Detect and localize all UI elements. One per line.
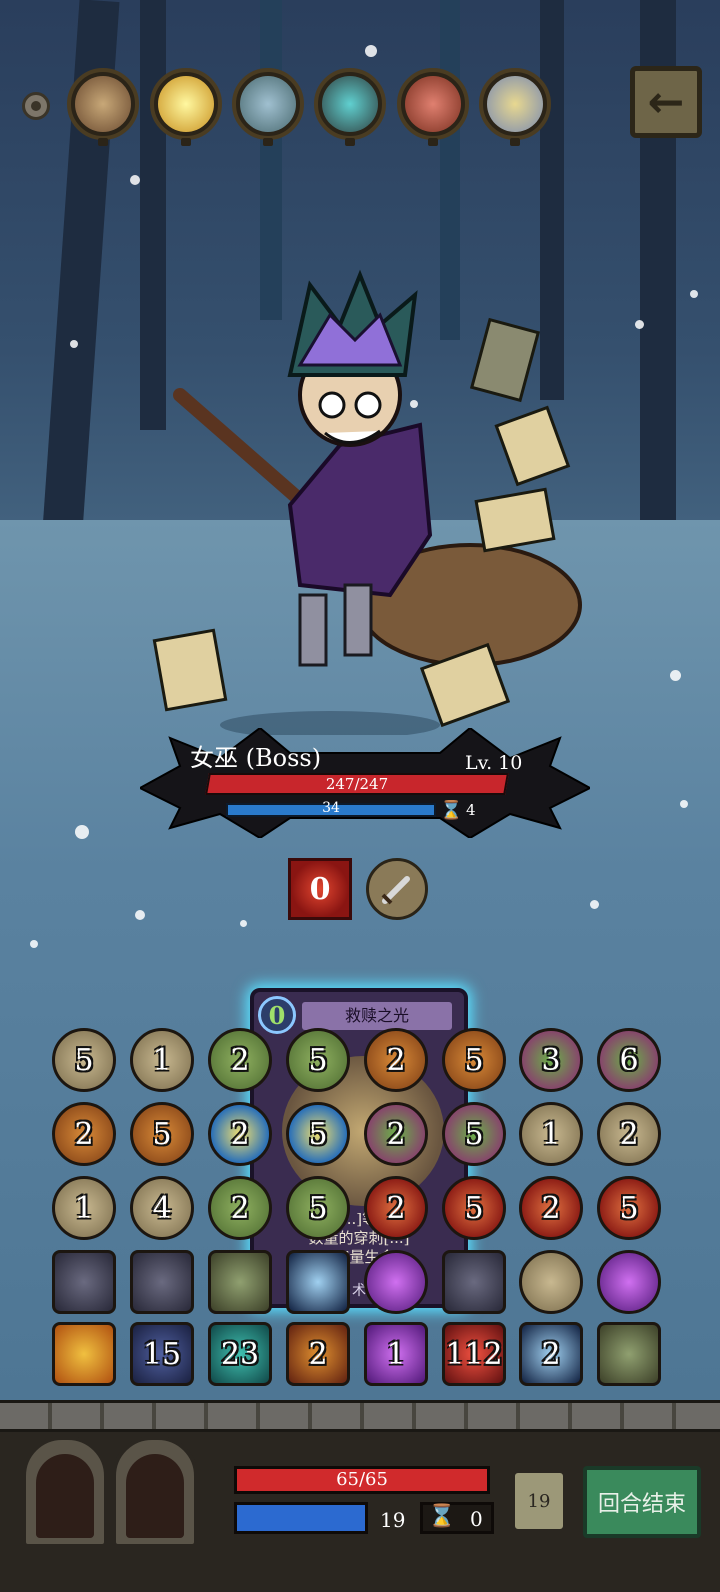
player-shield-value: 19	[380, 1508, 406, 1532]
grid-token[interactable]: 1	[52, 1176, 116, 1240]
grid-token[interactable]: 5	[286, 1028, 350, 1092]
grid-token[interactable]: 5	[442, 1176, 506, 1240]
deck-pile[interactable]: 19	[512, 1470, 566, 1532]
relic-brawler[interactable]	[397, 68, 469, 146]
boss-shield-text: 34	[322, 800, 340, 816]
grid-token[interactable]: 5	[286, 1102, 350, 1166]
grid-token[interactable]: 2	[52, 1102, 116, 1166]
card-cost: 0	[258, 996, 296, 1034]
monk-relic-icon	[75, 76, 131, 132]
boss-intent-damage[interactable]: 0	[288, 858, 352, 920]
end-turn-button[interactable]: 回合结束	[583, 1466, 701, 1538]
grid-token[interactable]: 5	[597, 1176, 661, 1240]
grid-token[interactable]: 5	[52, 1028, 116, 1092]
grid-token[interactable]: 5	[442, 1028, 506, 1092]
grid-token[interactable]: 2	[364, 1176, 428, 1240]
orb-relic-icon	[322, 76, 378, 132]
frost-skill-icon[interactable]: 2	[519, 1322, 583, 1386]
relic-holy-cross[interactable]	[479, 68, 551, 146]
grid-token[interactable]: 2	[519, 1176, 583, 1240]
player-hp-text: 65/65	[336, 1469, 388, 1490]
hand-cross-icon	[36, 1454, 94, 1538]
mirror-item-icon[interactable]	[519, 1250, 583, 1314]
scholar-skill-icon[interactable]	[597, 1322, 661, 1386]
relic-light[interactable]	[150, 68, 222, 146]
slash-skill-icon[interactable]: 112	[442, 1322, 506, 1386]
light-relic-icon	[158, 76, 214, 132]
moon-item-icon[interactable]	[130, 1250, 194, 1314]
burst-skill-icon[interactable]: 23	[208, 1322, 272, 1386]
portrait-item-icon[interactable]	[442, 1250, 506, 1314]
ability-slot-2[interactable]	[112, 1436, 198, 1548]
grid-token[interactable]: 5	[130, 1102, 194, 1166]
tome-item-icon[interactable]	[597, 1250, 661, 1314]
boss-intent-attack[interactable]	[366, 858, 428, 920]
grid-token[interactable]: 3	[519, 1028, 583, 1092]
boss-witch-sprite	[152, 269, 582, 735]
relic-orb[interactable]	[314, 68, 386, 146]
boss-level: Lv. 10	[465, 752, 523, 774]
grid-token[interactable]: 1	[130, 1028, 194, 1092]
grid-token[interactable]: 2	[208, 1028, 272, 1092]
boss-name: 女巫 (Boss)	[190, 744, 322, 772]
grid-token[interactable]: 5	[442, 1102, 506, 1166]
spellbook-item-icon[interactable]	[364, 1250, 428, 1314]
grid-token[interactable]: 6	[597, 1028, 661, 1092]
hourglass-icon: ⌛	[440, 800, 463, 821]
relic-monk[interactable]	[67, 68, 139, 146]
player-hourglass-value: 0	[470, 1507, 483, 1531]
boss-turn-counter: 4	[466, 801, 476, 819]
boss-hp-text: 247/247	[325, 775, 389, 793]
card-title: 救赎之光	[302, 1002, 452, 1030]
grid-token[interactable]: 1	[519, 1102, 583, 1166]
holy-cross-relic-icon	[487, 76, 543, 132]
relic-cross-sword[interactable]	[232, 68, 304, 146]
settings-button[interactable]	[22, 92, 50, 120]
stone-wall	[0, 1400, 720, 1432]
playing-card-item-icon[interactable]	[52, 1250, 116, 1314]
arrow-left-icon: ←	[647, 76, 685, 128]
grid-token[interactable]: 5	[286, 1176, 350, 1240]
selected-card[interactable]: 0 救赎之光 多[...]等 悔 数量的穿刺[...] [...]量生命 术	[250, 988, 468, 1308]
vortex-skill-icon[interactable]: 15	[130, 1322, 194, 1386]
player-shield-bar	[234, 1502, 368, 1534]
hand-dagger-icon	[126, 1454, 184, 1538]
hourglass-icon: ⌛	[428, 1504, 456, 1529]
grid-token[interactable]: 2	[364, 1028, 428, 1092]
shield-skill-icon[interactable]	[52, 1322, 116, 1386]
figure-item-icon[interactable]	[208, 1250, 272, 1314]
back-button[interactable]: ←	[630, 66, 702, 138]
grid-token[interactable]: 2	[364, 1102, 428, 1166]
grid-token[interactable]: 2	[597, 1102, 661, 1166]
dagger-icon	[381, 876, 410, 905]
flame-skill-icon[interactable]: 2	[286, 1322, 350, 1386]
grid-token[interactable]: 2	[208, 1176, 272, 1240]
grid-token[interactable]: 4	[130, 1176, 194, 1240]
ability-slot-1[interactable]	[22, 1436, 108, 1548]
ghost-item-icon[interactable]	[286, 1250, 350, 1314]
cross-sword-relic-icon	[240, 76, 296, 132]
brawler-relic-icon	[405, 76, 461, 132]
eye-skill-icon[interactable]: 1	[364, 1322, 428, 1386]
grid-token[interactable]: 2	[208, 1102, 272, 1166]
